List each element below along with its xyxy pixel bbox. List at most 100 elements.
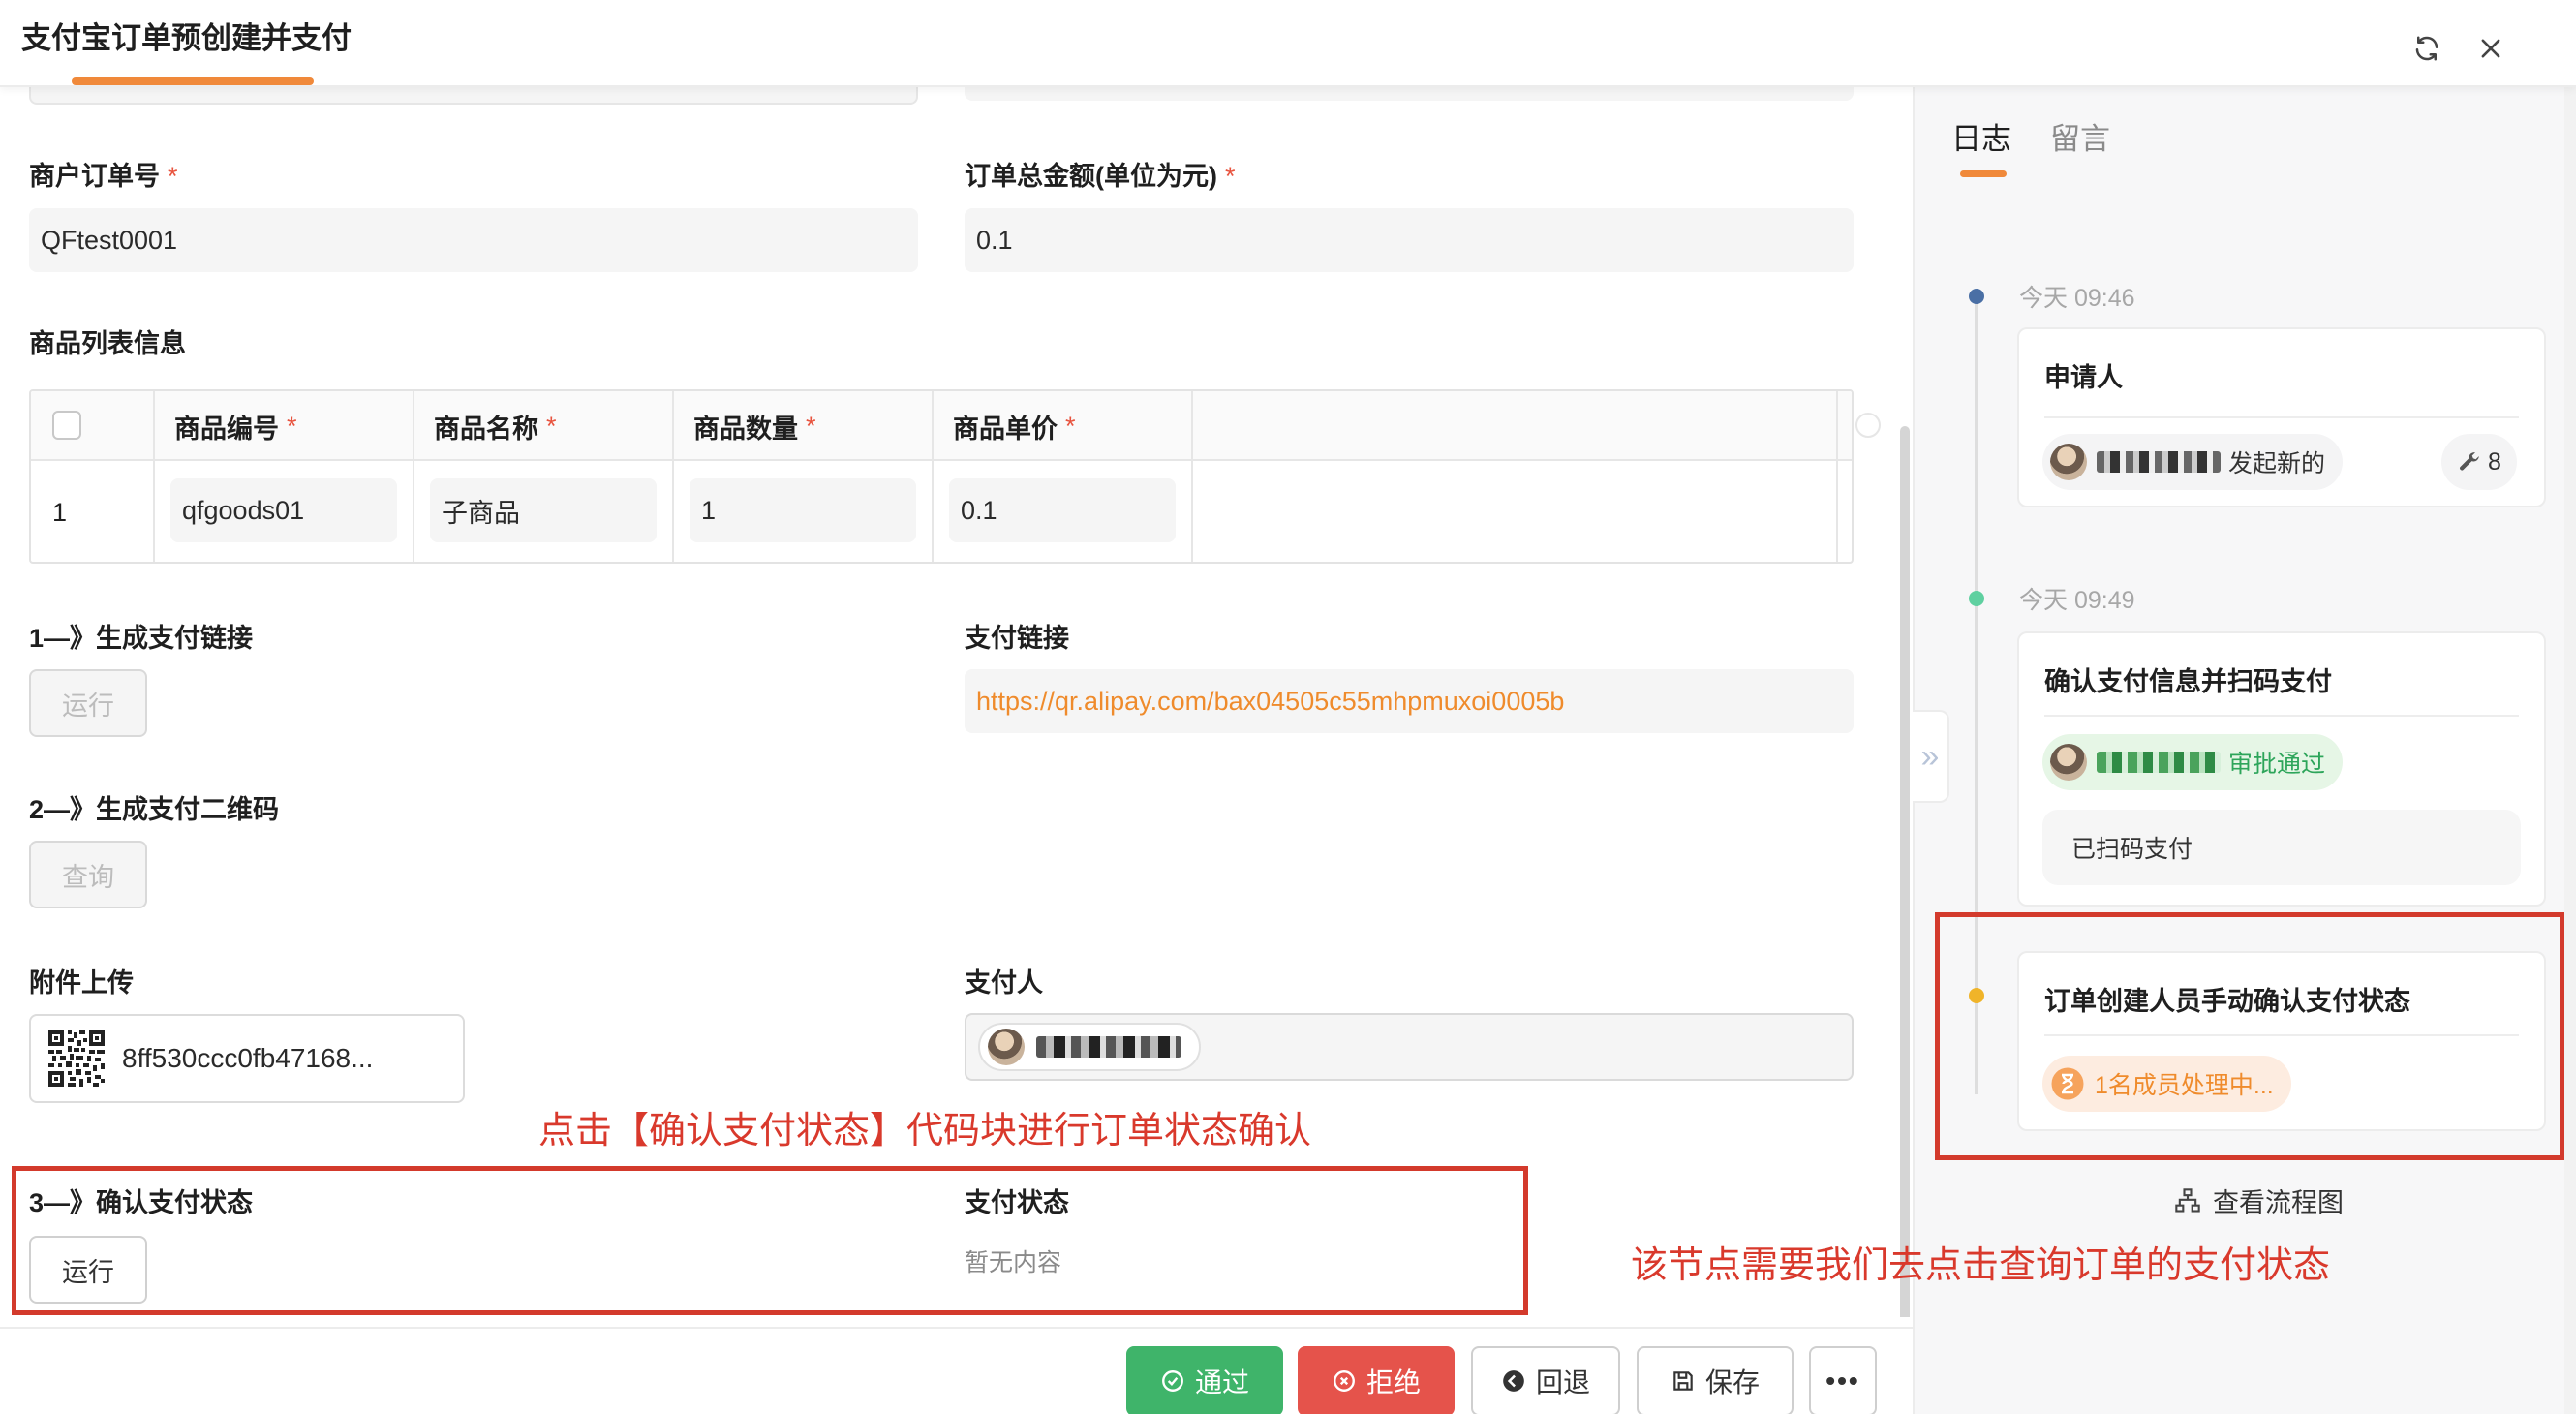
active-tab-indicator [1960,170,2007,177]
timeline-dot [1969,289,1984,304]
timeline-card-applicant: 申请人 发起新的 8 [2017,327,2546,507]
wrench-badge: 8 [2441,434,2517,490]
th-goods-qty: 商品数量 * [674,391,934,461]
pay-link-field[interactable]: https://qr.alipay.com/bax04505c55mhpmuxo… [965,669,1854,733]
th-goods-price: 商品单价 * [934,391,1193,461]
tab-comments[interactable]: 留言 [2050,114,2110,158]
required-mark: * [1065,411,1076,441]
side-panel: 日志 留言 今天 09:46 申请人 发起新的 8 今天 09:49 确认支付信… [1913,87,2564,1414]
save-button[interactable]: 保存 [1637,1346,1794,1414]
order-no-label-text: 商户订单号 [29,162,160,191]
redacted-name [2097,752,2221,773]
order-no-label: 商户订单号 * [29,155,178,193]
step3-label: 3—》确认支付状态 [29,1188,254,1217]
check-circle-icon [1162,1370,1183,1392]
collapse-panel-handle[interactable]: » [1913,710,1949,803]
goods-table: 商品编号 * 商品名称 * 商品数量 * 商品单价 * 1 qfgoods01 子商品 … [29,389,1854,564]
save-label: 保存 [1704,1368,1760,1398]
back-button[interactable]: 回退 [1471,1346,1620,1414]
pay-status-placeholder: 暂无内容 [965,1249,1062,1276]
highlight-box-pending-node [1935,912,2564,1160]
pill-action-text: 审批通过 [2228,751,2326,778]
flowchart-icon [2175,1187,2200,1213]
attachment-label: 附件上传 [29,968,134,998]
timeline-time: 今天 09:46 [2019,285,2135,312]
step1-run-button[interactable]: 运行 [29,669,147,737]
approved-user-pill[interactable]: 审批通过 [2042,734,2344,790]
payer-user-chip[interactable] [978,1023,1201,1071]
close-icon[interactable] [2471,29,2510,68]
payer-field[interactable] [965,1013,1854,1081]
reject-label: 拒绝 [1365,1368,1421,1398]
th-goods-name: 商品名称 * [414,391,674,461]
badge-count: 8 [2488,447,2501,476]
timeline-card-confirm-payment: 确认支付信息并扫码支付 审批通过 已扫码支付 [2017,631,2546,907]
goods-price-cell: 0.1 [934,461,1193,562]
view-flow-link[interactable]: 查看流程图 [2174,1182,2344,1219]
undo-icon [1503,1370,1524,1392]
order-amount-input[interactable]: 0.1 [965,208,1854,272]
annotation-left: 点击【确认支付状态】代码块进行订单状态确认 [538,1111,1312,1152]
wrench-icon [2460,452,2479,471]
save-icon [1673,1371,1693,1391]
row-index: 1 [31,461,155,562]
select-all-checkbox[interactable] [52,411,81,440]
view-flow-label: 查看流程图 [2213,1188,2344,1217]
th-label: 商品名称 [434,414,538,444]
step2-label: 2—》生成支付二维码 [29,795,280,824]
card-title: 申请人 [2044,363,2123,392]
goods-qty-input[interactable]: 1 [690,478,916,542]
timeline-time: 今天 09:49 [2019,587,2135,614]
attachment-file-name: 8ff530ccc0fb47168... [122,1043,374,1073]
order-no-input[interactable]: QFtest0001 [29,208,918,272]
th-label: 商品编号 [174,414,279,444]
th-goods-code: 商品编号 * [155,391,414,461]
avatar [988,1029,1025,1065]
timeline-dot [1969,591,1984,606]
card-divider [2044,416,2519,418]
redacted-name [1036,1036,1181,1058]
select-all-cell [31,391,155,461]
dialog-header: 支付宝订单预创建并支付 [0,0,2576,87]
qr-code-icon [48,1030,105,1087]
title-underline [72,77,314,85]
th-empty [1193,391,1838,461]
tab-log[interactable]: 日志 [1951,114,2011,158]
cut-off-field [29,87,918,105]
required-mark: * [287,411,297,441]
goods-name-input[interactable]: 子商品 [430,478,657,542]
applicant-user-pill[interactable]: 发起新的 [2042,434,2344,490]
step2-query-button[interactable]: 查询 [29,841,147,908]
goods-name-cell: 子商品 [414,461,674,562]
annotation-right: 该节点需要我们去点击查询订单的支付状态 [1631,1245,2331,1286]
table-header: 商品编号 * 商品名称 * 商品数量 * 商品单价 * [31,391,1852,461]
card-divider [2044,715,2519,717]
empty-cell [1193,461,1838,562]
refresh-icon[interactable] [2407,29,2446,68]
x-circle-icon [1334,1370,1355,1392]
cut-off-field-right [965,87,1854,101]
step3-run-button[interactable]: 运行 [29,1236,147,1304]
goods-code-cell: qfgoods01 [155,461,414,562]
pill-action-text: 发起新的 [2228,450,2326,477]
window-scroll-edge [2564,0,2576,1414]
attachment-file[interactable]: 8ff530ccc0fb47168... [29,1014,465,1103]
card-title: 确认支付信息并扫码支付 [2044,667,2332,696]
goods-price-input[interactable]: 0.1 [949,478,1176,542]
payer-label: 支付人 [965,968,1043,998]
required-mark: * [546,411,557,441]
order-amount-label-text: 订单总金额(单位为元) [965,162,1217,191]
reject-button[interactable]: 拒绝 [1298,1346,1455,1414]
form-area: 商户订单号 * QFtest0001 订单总金额(单位为元) * 0.1 商品列表信… [0,87,1913,1317]
action-bar: 通过 拒绝 回退 保存 ••• [0,1327,1913,1414]
pass-button[interactable]: 通过 [1126,1346,1283,1414]
approval-comment: 已扫码支付 [2042,810,2521,885]
redacted-name [2097,451,2221,473]
vertical-scrollbar[interactable] [1900,426,1910,1317]
more-button[interactable]: ••• [1809,1346,1877,1414]
th-label: 商品单价 [953,414,1058,444]
dialog-title: 支付宝订单预创建并支付 [21,21,352,55]
required-mark: * [1224,162,1236,191]
goods-code-input[interactable]: qfgoods01 [170,478,397,542]
history-icon[interactable] [1855,413,1881,438]
